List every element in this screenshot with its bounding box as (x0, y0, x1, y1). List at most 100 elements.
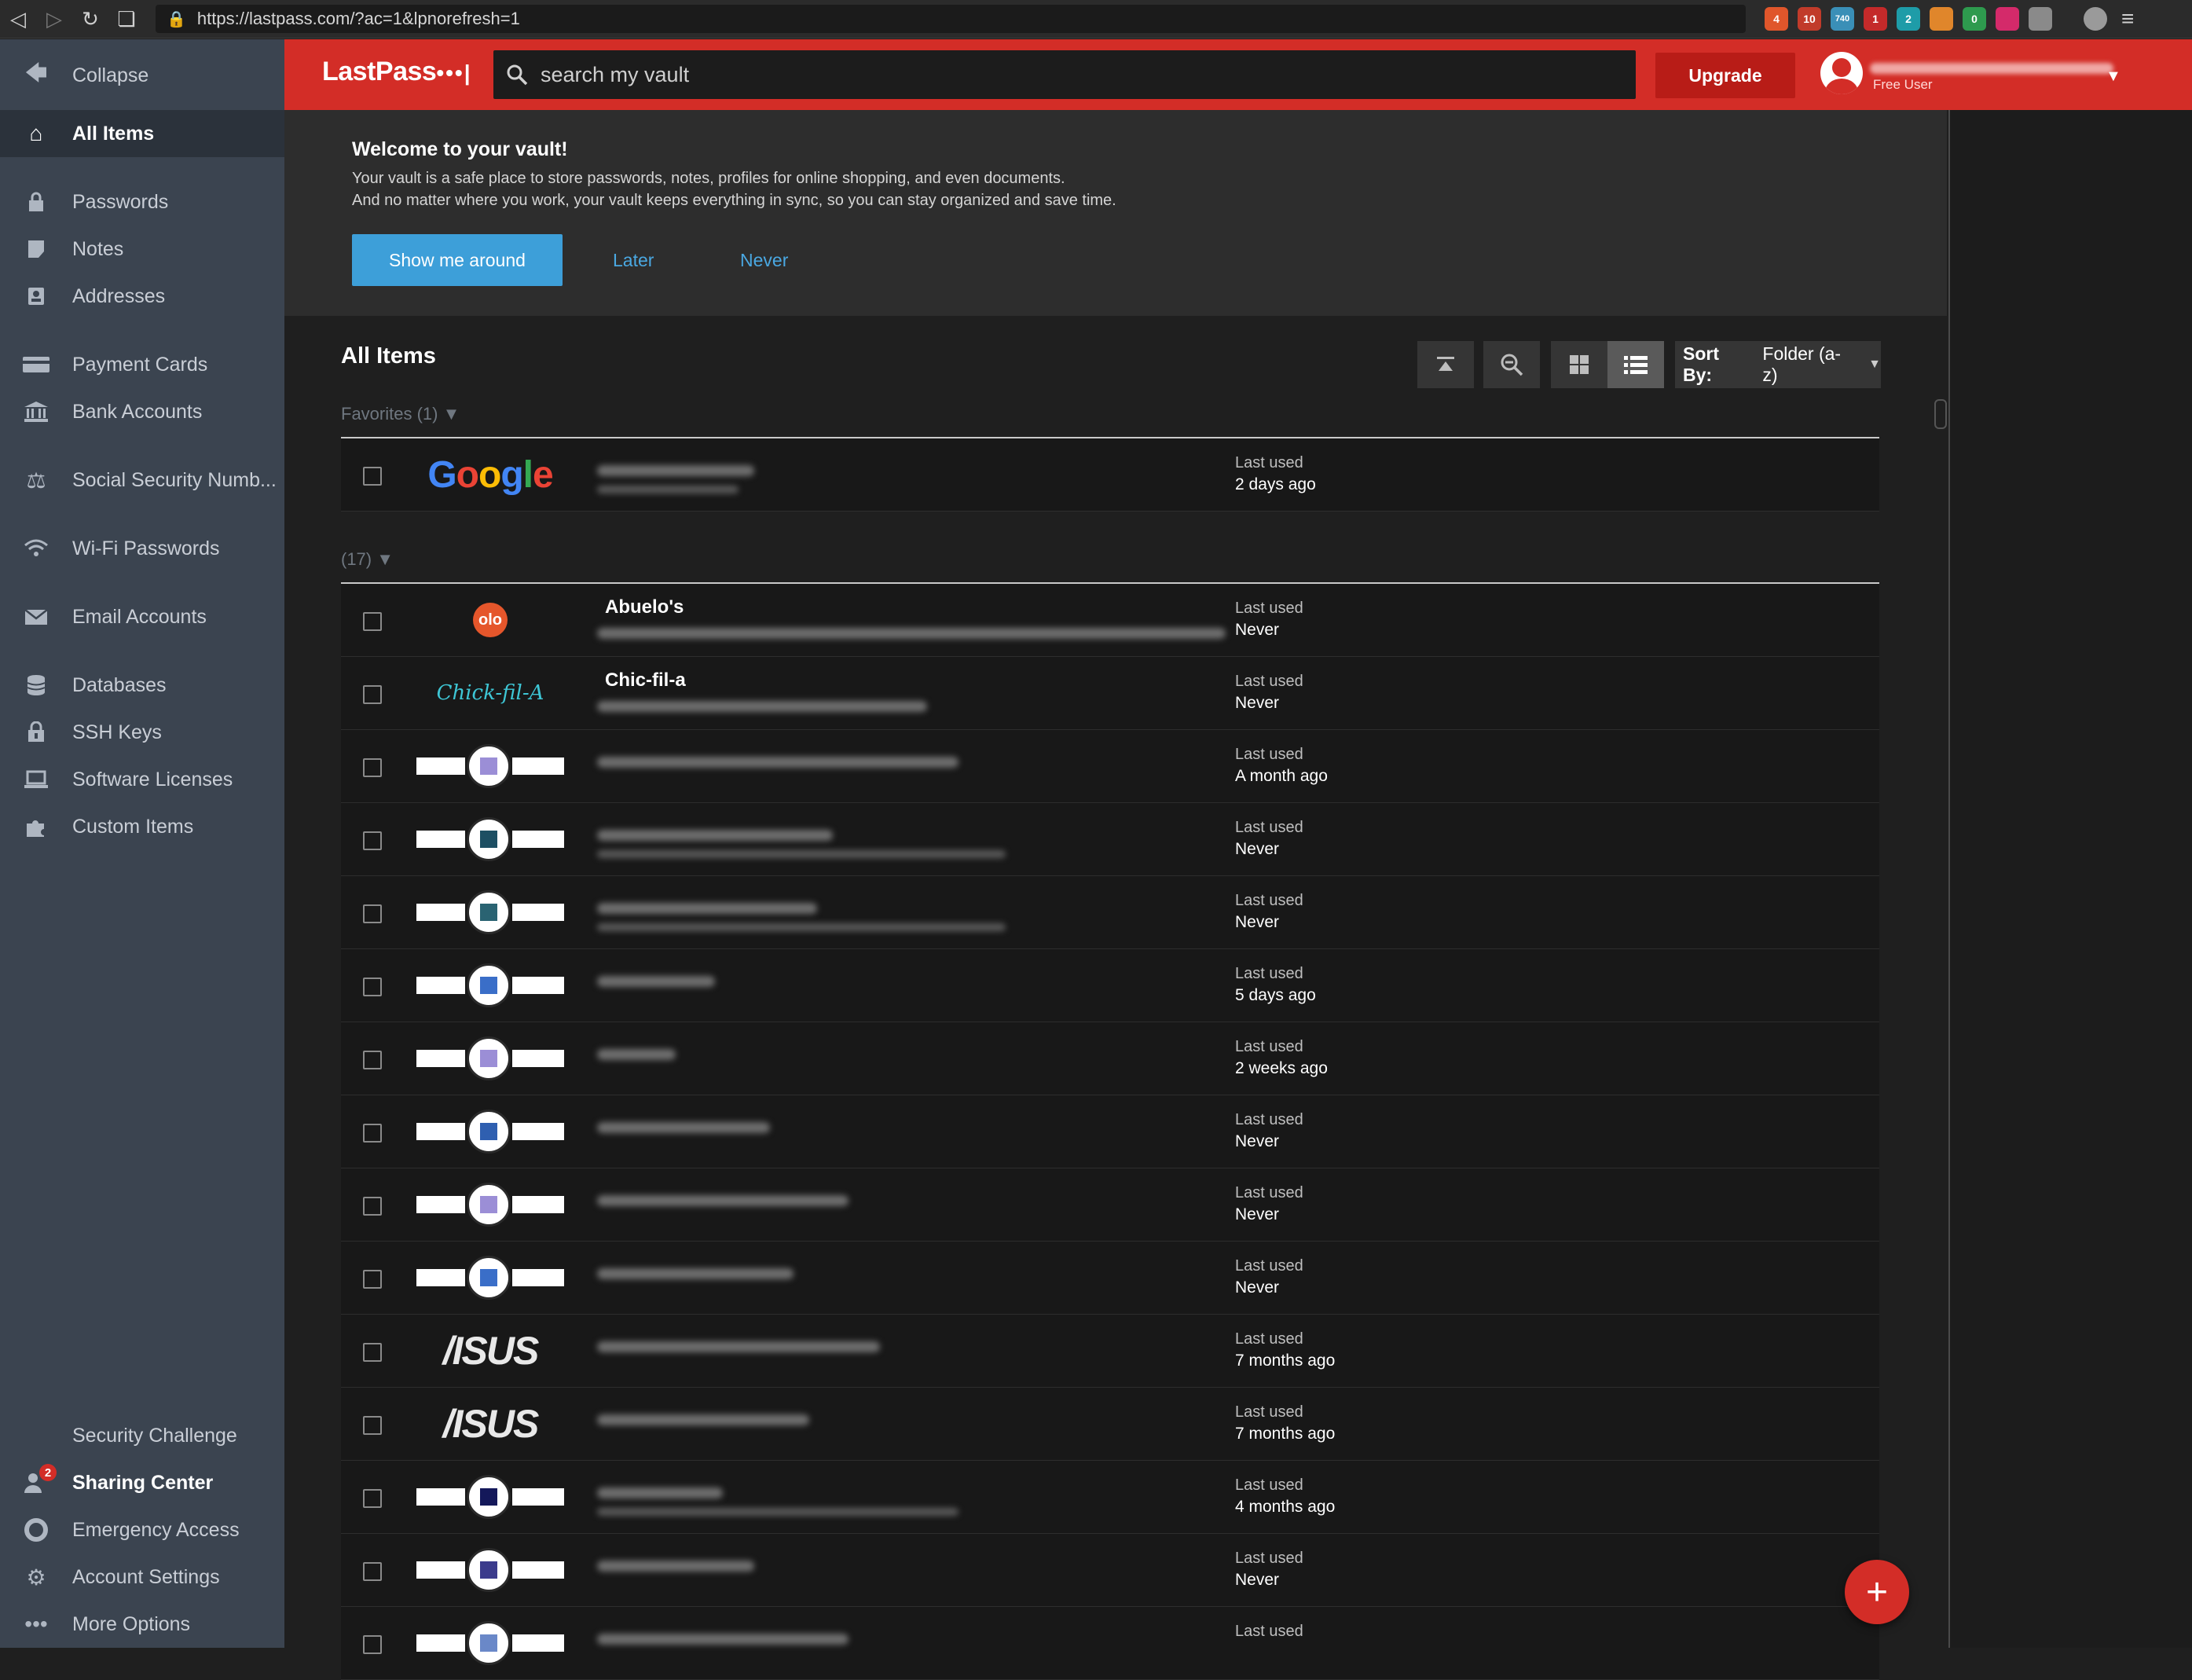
sort-dropdown[interactable]: Sort By: Folder (a-z) ▼ (1675, 341, 1881, 388)
sidebar-item-payment-cards[interactable]: Payment Cards (0, 341, 284, 388)
table-row[interactable]: olo Abuelo's Last used Never (341, 584, 1879, 657)
sidebar-item-databases[interactable]: Databases (0, 662, 284, 709)
address-bar[interactable]: 🔒 https://lastpass.com/?ac=1&lpnorefresh… (156, 5, 1746, 33)
row-checkbox[interactable] (363, 1343, 382, 1362)
sidebar-item-ssh-keys[interactable]: SSH Keys (0, 709, 284, 756)
forward-icon[interactable]: ▷ (36, 3, 72, 35)
never-link[interactable]: Never (740, 250, 788, 271)
row-checkbox[interactable] (363, 1051, 382, 1069)
show-me-around-button[interactable]: Show me around (352, 234, 563, 286)
row-checkbox[interactable] (363, 1635, 382, 1654)
placeholder-square (480, 757, 497, 775)
search-input[interactable]: search my vault (541, 63, 689, 87)
database-icon (0, 674, 72, 696)
sidebar-security-challenge[interactable]: Security Challenge (0, 1412, 284, 1459)
sidebar-account-settings[interactable]: ⚙ Account Settings (0, 1553, 284, 1601)
row-checkbox[interactable] (363, 904, 382, 923)
table-row[interactable]: /ISUS Last used 7 months ago (341, 1388, 1879, 1461)
table-row[interactable]: Chick-fil-A Chic-fil-a Last used Never (341, 657, 1879, 730)
sidebar-collapse[interactable]: 🡄 Collapse (0, 52, 284, 99)
table-row[interactable]: Last used Never (341, 1534, 1879, 1607)
row-checkbox[interactable] (363, 978, 382, 996)
last-used-label: Last used (1235, 746, 1303, 763)
browser-menu-icon[interactable]: ≡ (2121, 6, 2134, 31)
sidebar-item-bank-accounts[interactable]: Bank Accounts (0, 388, 284, 435)
extension-icon[interactable] (1930, 7, 1953, 31)
extension-icon[interactable]: 0 (1963, 7, 1986, 31)
last-used-value: 7 months ago (1235, 1425, 1336, 1443)
last-used-label: Last used (1235, 1184, 1303, 1201)
zoom-button[interactable] (1483, 341, 1540, 388)
table-row[interactable]: /ISUS Last used 7 months ago (341, 1315, 1879, 1388)
sidebar-item-notes[interactable]: Notes (0, 226, 284, 273)
row-checkbox[interactable] (363, 612, 382, 631)
site-logo (412, 1176, 569, 1233)
brave-shield-icon[interactable]: 4 (1765, 7, 1788, 31)
lastpass-extension-icon[interactable]: 1 (1864, 7, 1887, 31)
last-used-value: A month ago (1235, 767, 1328, 785)
list-view-button[interactable] (1607, 341, 1664, 388)
table-row[interactable]: Last used Never (341, 1242, 1879, 1315)
sidebar-more-options[interactable]: ••• More Options (0, 1601, 284, 1648)
chevron-down-icon[interactable]: ▼ (2106, 68, 2121, 86)
row-checkbox[interactable] (363, 467, 382, 486)
upgrade-button[interactable]: Upgrade (1655, 53, 1795, 98)
profile-icon[interactable] (2084, 7, 2107, 31)
table-row[interactable]: Last used 4 months ago (341, 1461, 1879, 1534)
collapse-all-button[interactable] (1417, 341, 1474, 388)
last-used-label: Last used (1235, 454, 1303, 471)
brave-rewards-icon[interactable]: 10 (1798, 7, 1821, 31)
search-bar[interactable]: search my vault (493, 50, 1636, 99)
table-row[interactable]: Last used Never (341, 876, 1879, 949)
sidebar-item-addresses[interactable]: Addresses (0, 273, 284, 320)
extension-icon[interactable]: 740 (1831, 7, 1854, 31)
sidebar-item-software-licenses[interactable]: Software Licenses (0, 756, 284, 803)
sidebar-item-wifi[interactable]: Wi-Fi Passwords (0, 525, 284, 572)
table-row[interactable]: Last used 2 weeks ago (341, 1022, 1879, 1095)
grid-view-button[interactable] (1551, 341, 1607, 388)
bookmark-icon[interactable]: ❏ (108, 3, 145, 35)
row-checkbox[interactable] (363, 1489, 382, 1508)
later-link[interactable]: Later (613, 250, 654, 271)
placeholder-logo-icon (467, 817, 511, 861)
placeholder-bar (512, 1634, 564, 1652)
sidebar-item-email[interactable]: Email Accounts (0, 593, 284, 640)
extension-icon[interactable] (1996, 7, 2019, 31)
reload-icon[interactable]: ↻ (72, 3, 108, 35)
placeholder-bar (416, 1196, 465, 1213)
avatar[interactable] (1820, 52, 1863, 94)
row-checkbox[interactable] (363, 758, 382, 777)
row-checkbox[interactable] (363, 831, 382, 850)
row-checkbox[interactable] (363, 1270, 382, 1289)
sidebar-emergency-access[interactable]: Emergency Access (0, 1506, 284, 1553)
table-row[interactable]: Last used Never (341, 1168, 1879, 1242)
sidebar-item-passwords[interactable]: Passwords (0, 178, 284, 226)
lastpass-logo[interactable]: LastPass•••| (322, 57, 472, 87)
scrollbar[interactable] (1934, 399, 1947, 429)
placeholder-bar (512, 1561, 564, 1579)
table-row[interactable]: Google Last used 2 days ago (341, 438, 1879, 512)
sidebar-item-social-security[interactable]: ⚖ Social Security Numb... (0, 457, 284, 504)
table-row[interactable]: Last used Never (341, 803, 1879, 876)
row-checkbox[interactable] (363, 1416, 382, 1435)
redacted-name (597, 628, 1226, 639)
table-row[interactable]: Last used A month ago (341, 730, 1879, 803)
row-checkbox[interactable] (363, 1124, 382, 1143)
table-row[interactable]: Last used 5 days ago (341, 949, 1879, 1022)
table-row[interactable]: Last used (341, 1607, 1879, 1680)
extension-icon[interactable] (2029, 7, 2052, 31)
placeholder-logo-icon (467, 744, 511, 788)
sidebar-sharing-center[interactable]: 2 Sharing Center (0, 1459, 284, 1506)
add-item-button[interactable]: + (1845, 1560, 1909, 1624)
group-header-folder[interactable]: (17) ▼ (341, 549, 394, 570)
table-row[interactable]: Last used Never (341, 1095, 1879, 1168)
row-checkbox[interactable] (363, 685, 382, 704)
back-icon[interactable]: ◁ (0, 3, 36, 35)
site-logo (412, 1542, 569, 1598)
row-checkbox[interactable] (363, 1562, 382, 1581)
extension-icon[interactable]: 2 (1897, 7, 1920, 31)
sidebar-item-all-items[interactable]: ⌂ All Items (0, 110, 284, 157)
sidebar-item-custom-items[interactable]: Custom Items (0, 803, 284, 850)
group-header-favorites[interactable]: Favorites (1) ▼ (341, 404, 460, 424)
row-checkbox[interactable] (363, 1197, 382, 1216)
